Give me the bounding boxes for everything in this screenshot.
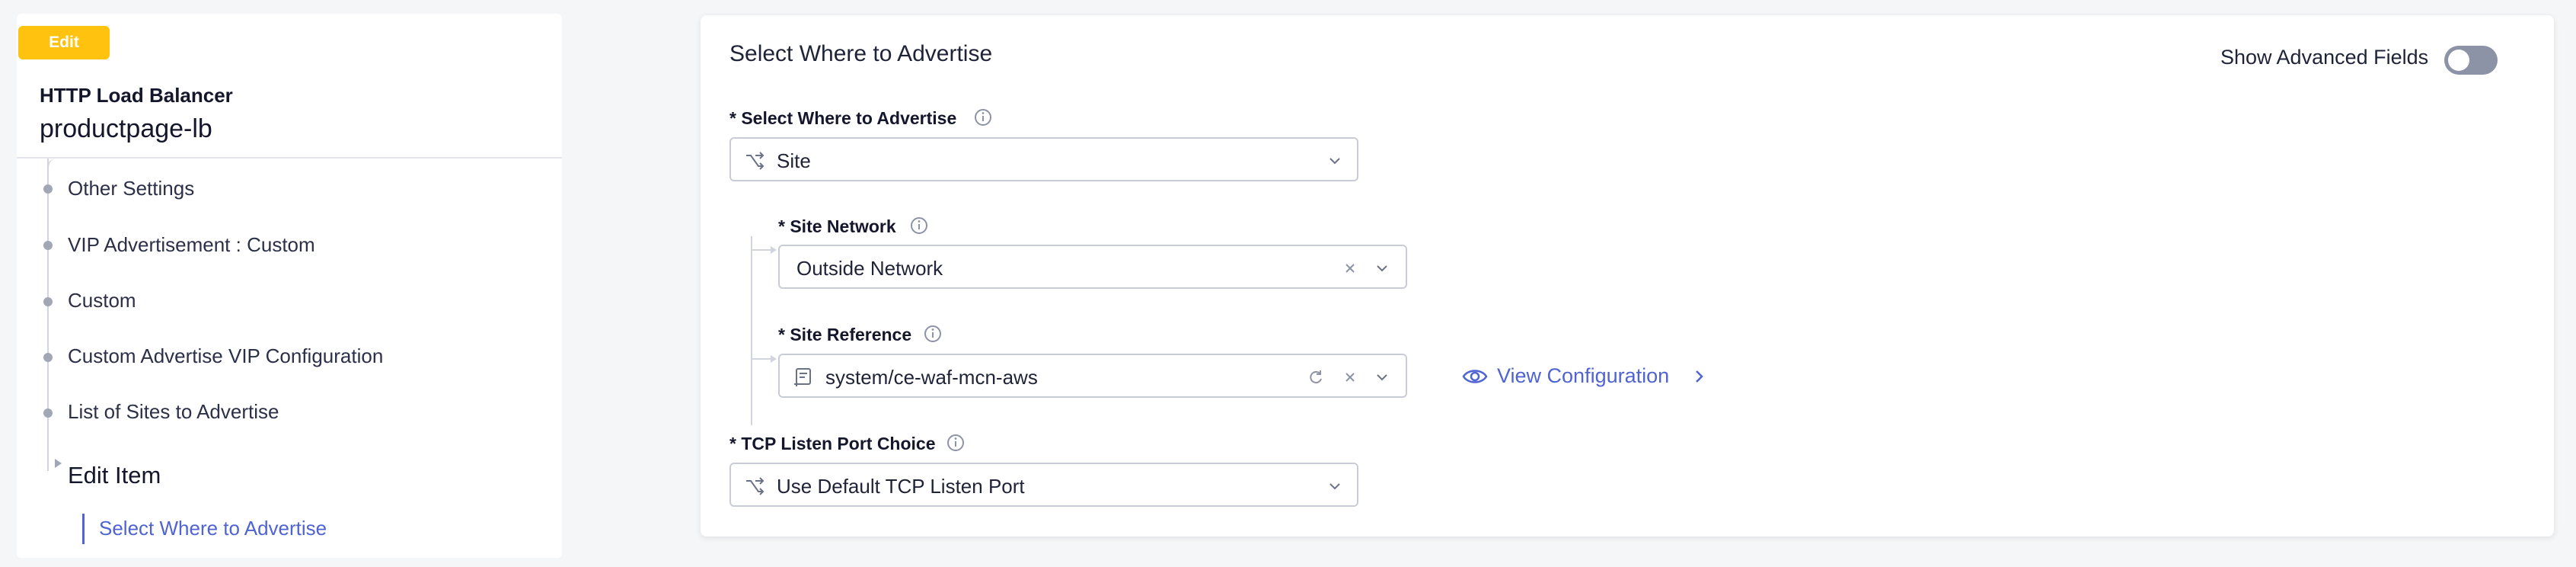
- refresh-icon[interactable]: [1307, 368, 1325, 386]
- nav-item-edit-item[interactable]: Edit Item: [68, 462, 161, 489]
- tree-connector: [751, 249, 772, 251]
- info-icon[interactable]: [909, 216, 929, 235]
- clear-icon[interactable]: [1342, 260, 1358, 277]
- chevron-down-icon: [1329, 483, 1340, 490]
- nav-subitem-select-where[interactable]: Select Where to Advertise: [99, 517, 327, 540]
- nav-item-vip-advertisement[interactable]: VIP Advertisement : Custom: [68, 233, 315, 257]
- chevron-down-icon: [1329, 158, 1340, 165]
- tcp-port-select[interactable]: Use Default TCP Listen Port: [729, 463, 1358, 507]
- site-network-label: * Site Network: [778, 216, 896, 236]
- tree-connector: [751, 358, 772, 360]
- nav-dot: [43, 241, 53, 250]
- nav-dot: [43, 353, 53, 362]
- nav-item-list-of-sites[interactable]: List of Sites to Advertise: [68, 400, 279, 424]
- nav-dot: [43, 408, 53, 418]
- tcp-port-label: * TCP Listen Port Choice: [729, 434, 936, 453]
- edit-badge: Edit: [18, 26, 110, 59]
- nav-current-marker: [55, 459, 62, 468]
- eye-icon: [1462, 370, 1488, 383]
- tree-arrow: [771, 355, 777, 363]
- info-icon[interactable]: [923, 324, 943, 344]
- nav-tree-line: [47, 159, 49, 471]
- tree-arrow: [771, 246, 777, 254]
- clear-icon[interactable]: [1342, 369, 1358, 386]
- nav-item-other-settings[interactable]: Other Settings: [68, 177, 194, 200]
- site-reference-select[interactable]: system/ce-waf-mcn-aws: [778, 354, 1407, 398]
- info-icon[interactable]: [973, 107, 993, 127]
- main-panel: Select Where to Advertise Show Advanced …: [701, 15, 2554, 537]
- branch-icon: [746, 152, 765, 170]
- info-icon[interactable]: [946, 433, 966, 453]
- active-indicator: [82, 514, 85, 544]
- section-title: Select Where to Advertise: [729, 41, 993, 66]
- branch-icon: [746, 477, 765, 495]
- site-reference-value: system/ce-waf-mcn-aws: [825, 366, 1038, 389]
- object-name: productpage-lb: [40, 114, 212, 143]
- nav-tree-curve: [47, 159, 59, 172]
- chevron-down-icon: [1377, 374, 1387, 381]
- site-network-select[interactable]: Outside Network: [778, 245, 1407, 289]
- chevron-down-icon: [1377, 265, 1387, 272]
- document-icon: [794, 368, 811, 386]
- site-network-value: Outside Network: [796, 257, 943, 280]
- where-select[interactable]: Site: [729, 137, 1358, 181]
- tcp-port-value: Use Default TCP Listen Port: [777, 475, 1025, 498]
- nav-dot: [43, 184, 53, 194]
- nav-item-custom-advertise-vip[interactable]: Custom Advertise VIP Configuration: [68, 344, 383, 368]
- divider: [17, 157, 562, 159]
- nav-item-custom[interactable]: Custom: [68, 289, 136, 312]
- nav-dot: [43, 297, 53, 306]
- object-type: HTTP Load Balancer: [40, 84, 233, 107]
- tree-connector: [751, 236, 752, 425]
- site-reference-label: * Site Reference: [778, 325, 912, 344]
- chevron-right-icon: [1696, 370, 1703, 383]
- view-configuration-label: View Configuration: [1497, 364, 1670, 387]
- advanced-fields-toggle[interactable]: [2444, 46, 2498, 75]
- left-panel: Edit HTTP Load Balancer productpage-lb O…: [17, 14, 562, 558]
- where-label: * Select Where to Advertise: [729, 108, 957, 128]
- toggle-knob: [2448, 50, 2469, 71]
- where-value: Site: [777, 149, 811, 172]
- advanced-fields-label: Show Advanced Fields: [2220, 46, 2429, 69]
